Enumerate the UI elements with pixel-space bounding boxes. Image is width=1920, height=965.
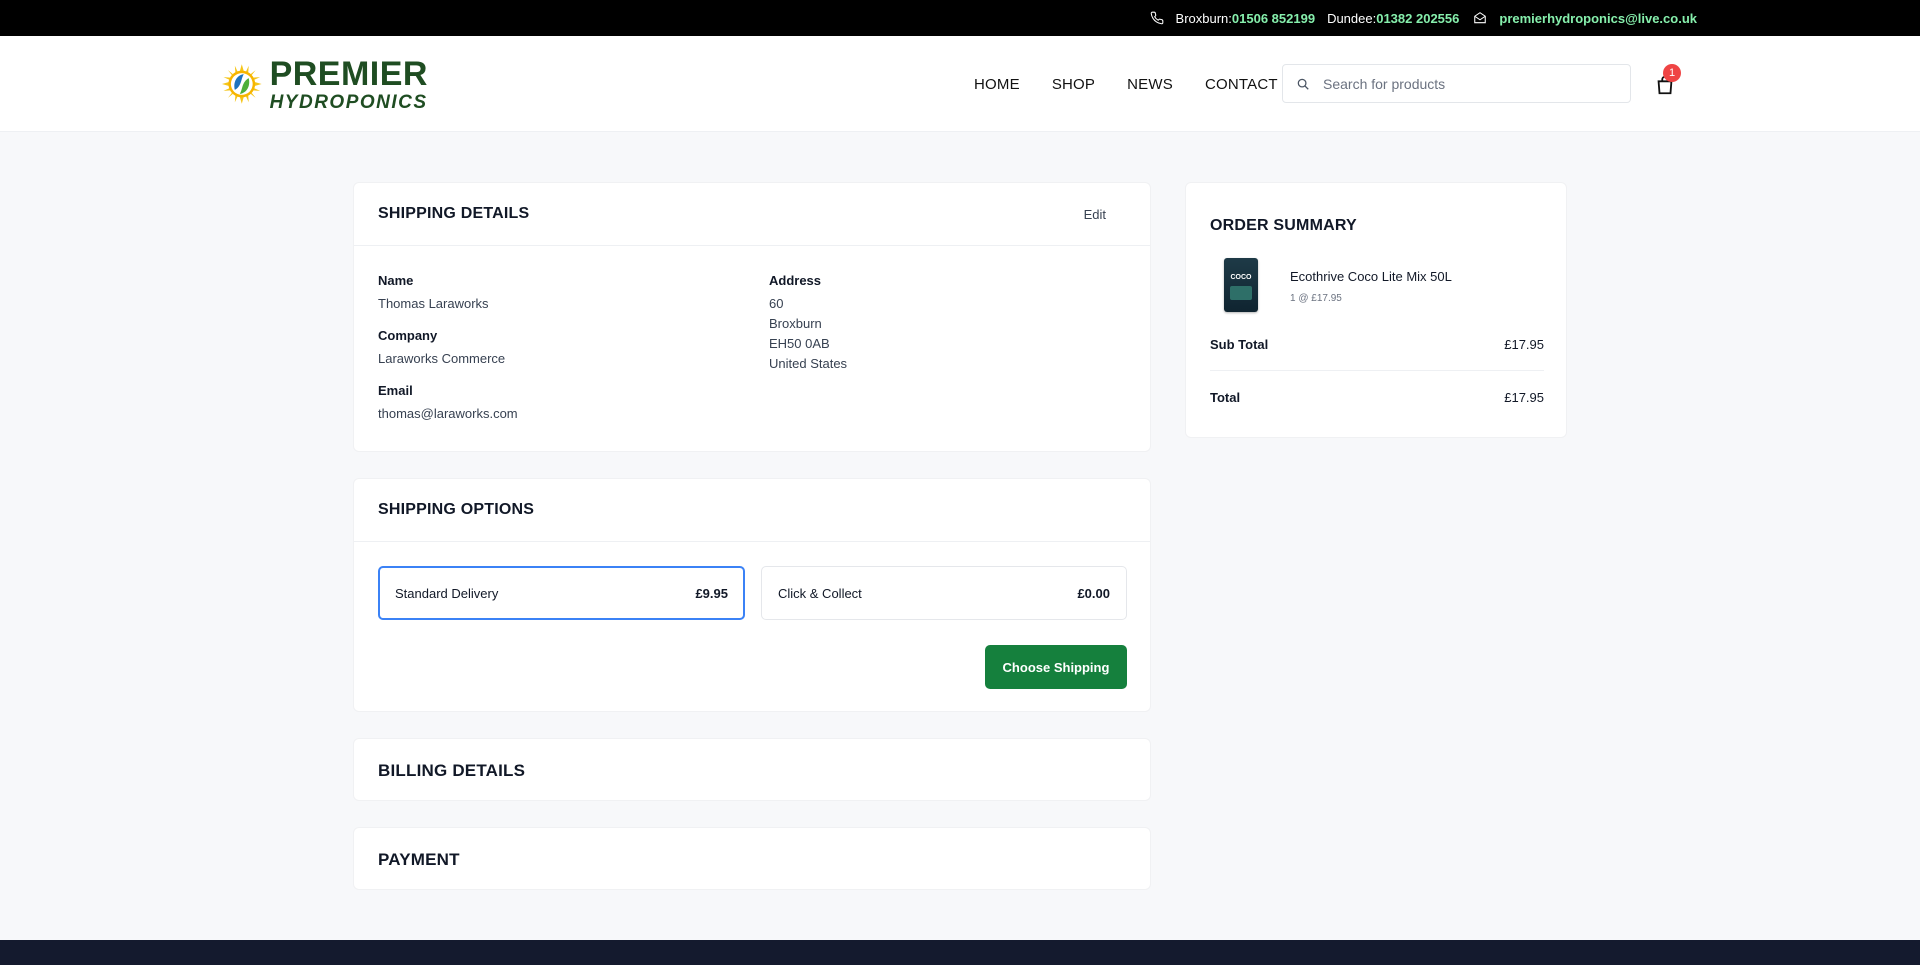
edit-shipping-button[interactable]: Edit (1084, 207, 1106, 222)
phone-icon (1148, 9, 1166, 27)
shipping-details-title: SHIPPING DETAILS (378, 205, 530, 222)
address-line: 60 (769, 296, 784, 311)
nav-contact[interactable]: CONTACT (1205, 76, 1278, 93)
nav-news[interactable]: NEWS (1127, 76, 1173, 93)
email-link[interactable]: premierhydroponics@live.co.uk (1499, 11, 1697, 26)
product-thumbnail: COCO (1224, 258, 1258, 312)
name-value: Thomas Laraworks (378, 296, 489, 311)
top-bar: Broxburn: 01506 852199 Dundee: 01382 202… (0, 0, 1920, 36)
billing-details-card[interactable]: BILLING DETAILS (353, 738, 1151, 801)
dundee-phone-link[interactable]: 01382 202556 (1376, 11, 1459, 26)
logo-sun-icon (222, 64, 262, 104)
email-label: Email (378, 383, 413, 398)
product-thumb-text: COCO (1230, 274, 1252, 281)
nav-shop[interactable]: SHOP (1052, 76, 1095, 93)
total-row: Total £17.95 (1210, 390, 1544, 405)
shipping-option-standard[interactable]: Standard Delivery £9.95 (378, 566, 745, 620)
order-summary-card: ORDER SUMMARY COCO Ecothrive Coco Lite M… (1185, 182, 1567, 438)
dundee-label: Dundee: (1327, 10, 1377, 26)
shipping-details-card: SHIPPING DETAILS Edit Name Thomas Larawo… (353, 182, 1151, 452)
email-value: thomas@laraworks.com (378, 406, 518, 421)
option-label: Standard Delivery (395, 585, 499, 601)
search-icon[interactable] (1283, 77, 1323, 91)
option-price: £9.95 (695, 585, 728, 601)
search-input[interactable] (1323, 75, 1613, 92)
mail-icon (1471, 9, 1489, 27)
logo-title: PREMIER (269, 54, 428, 93)
logo-subtitle: HYDROPONICS (269, 91, 428, 113)
order-summary-title: ORDER SUMMARY (1210, 217, 1357, 234)
search-box (1282, 64, 1631, 103)
broxburn-phone-link[interactable]: 01506 852199 (1232, 11, 1315, 26)
total-label: Total (1210, 390, 1241, 405)
shipping-option-click-collect[interactable]: Click & Collect £0.00 (761, 566, 1127, 620)
payment-card[interactable]: PAYMENT (353, 827, 1151, 890)
address-label: Address (769, 273, 822, 288)
company-label: Company (378, 328, 438, 343)
product-quantity: 1 @ £17.95 (1290, 293, 1342, 304)
choose-shipping-button[interactable]: Choose Shipping (985, 645, 1127, 689)
name-label: Name (378, 273, 414, 288)
shipping-options-card: SHIPPING OPTIONS Standard Delivery £9.95… (353, 478, 1151, 712)
total-value: £17.95 (1504, 390, 1544, 405)
subtotal-row: Sub Total £17.95 (1210, 337, 1544, 352)
cart-count-badge: 1 (1663, 64, 1681, 82)
address-line: United States (769, 356, 848, 371)
company-value: Laraworks Commerce (378, 351, 506, 366)
broxburn-label: Broxburn: (1175, 10, 1232, 26)
billing-details-title: BILLING DETAILS (378, 761, 526, 780)
address-line: Broxburn (769, 316, 822, 331)
main-nav: HOME SHOP NEWS CONTACT (974, 36, 1310, 132)
payment-title: PAYMENT (378, 850, 460, 869)
site-logo[interactable]: PREMIER HYDROPONICS (222, 44, 428, 124)
address-line: EH50 0AB (769, 336, 830, 351)
product-name: Ecothrive Coco Lite Mix 50L (1290, 269, 1452, 284)
option-price: £0.00 (1077, 585, 1110, 601)
site-header: PREMIER HYDROPONICS HOME SHOP NEWS CONTA… (0, 36, 1920, 132)
nav-home[interactable]: HOME (974, 76, 1020, 93)
site-footer (0, 940, 1920, 965)
option-label: Click & Collect (778, 585, 862, 601)
subtotal-label: Sub Total (1210, 337, 1269, 352)
subtotal-value: £17.95 (1504, 337, 1544, 352)
shipping-options-title: SHIPPING OPTIONS (378, 501, 535, 518)
summary-divider (1210, 370, 1544, 371)
